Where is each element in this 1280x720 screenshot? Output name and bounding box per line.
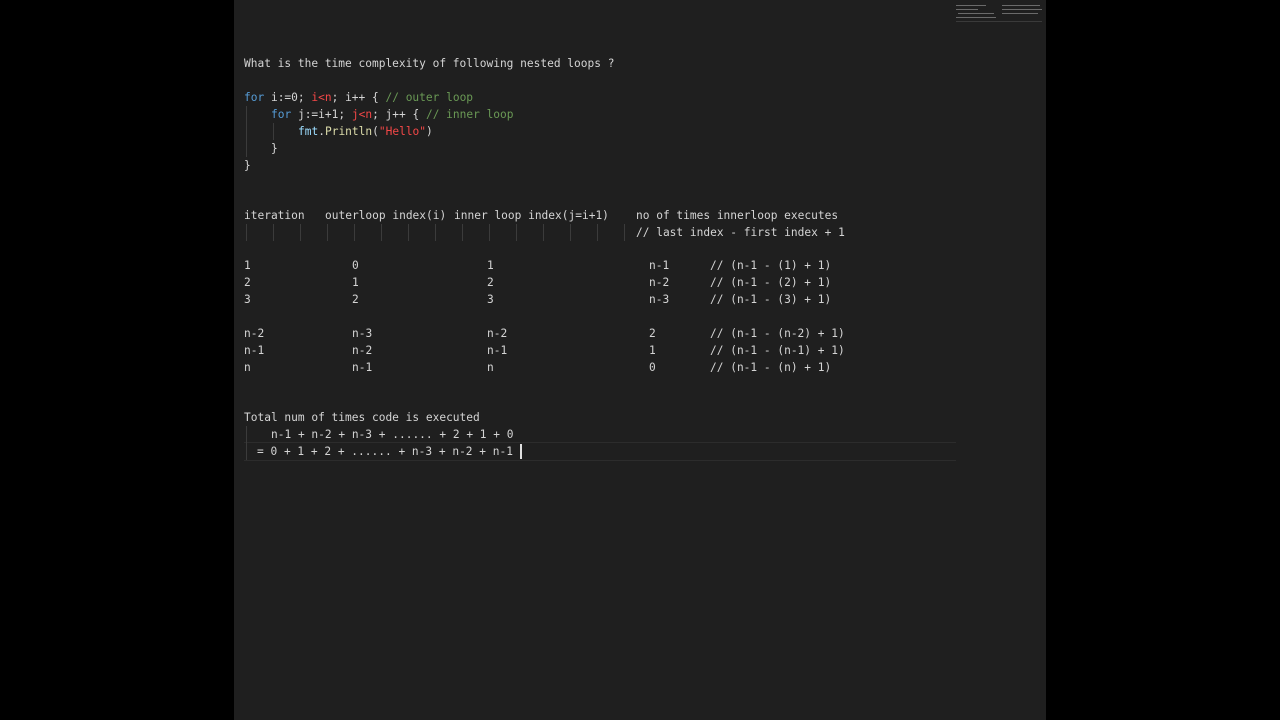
table-row: n n-1 n 0 // (n-1 - (n) + 1) [244, 361, 832, 374]
total-sum-line: n-1 + n-2 + n-3 + ...... + 2 + 1 + 0 [271, 428, 514, 441]
tab-guide [489, 224, 490, 241]
total-label: Total num of times code is executed [244, 411, 480, 424]
indent-guide [246, 106, 247, 157]
tab-guide [516, 224, 517, 241]
for-keyword: for [244, 91, 265, 104]
indent-guide [273, 123, 274, 140]
header-innerloop: inner loop index(j=i+1) [454, 209, 609, 222]
header-outerloop: outerloop index(i) [325, 209, 447, 222]
tab-guide [273, 224, 274, 241]
total-reversed-line: = 0 + 1 + 2 + ...... + n-3 + n-2 + n-1 [257, 445, 513, 458]
table-row: 2 1 2 n-2 // (n-1 - (2) + 1) [244, 276, 832, 289]
table-row: 3 2 3 n-3 // (n-1 - (3) + 1) [244, 293, 832, 306]
text-cursor [520, 444, 522, 459]
tab-guide [408, 224, 409, 241]
for-keyword: for [271, 108, 292, 121]
tab-guide [246, 224, 247, 241]
table-row: 1 0 1 n-1 // (n-1 - (1) + 1) [244, 259, 832, 272]
inner-loop-close: } [271, 142, 278, 155]
tab-guide [543, 224, 544, 241]
tab-guide [327, 224, 328, 241]
inner-loop-line: for j:=i+1; j<n; j++ { // inner loop [271, 108, 514, 121]
tab-guide [462, 224, 463, 241]
code-editor[interactable]: What is the time complexity of following… [234, 0, 1046, 720]
outer-loop-line: for i:=0; i<n; i++ { // outer loop [244, 91, 474, 104]
question-line: What is the time complexity of following… [244, 57, 615, 70]
table-row: n-2 n-3 n-2 2 // (n-1 - (n-2) + 1) [244, 327, 845, 340]
tab-guide [354, 224, 355, 241]
tab-guide [570, 224, 571, 241]
table-row: n-1 n-2 n-1 1 // (n-1 - (n-1) + 1) [244, 344, 845, 357]
tab-guide [381, 224, 382, 241]
header-iteration: iteration [244, 209, 305, 222]
minimap[interactable] [956, 2, 1044, 24]
indent-guide [246, 426, 247, 460]
tab-guide [300, 224, 301, 241]
outer-loop-close: } [244, 159, 251, 172]
header-executes: no of times innerloop executes [636, 209, 839, 222]
table-subheader: // last index - first index + 1 [636, 226, 845, 239]
tab-guide [597, 224, 598, 241]
tab-guide [624, 224, 625, 241]
outer-loop-comment: // outer loop [385, 91, 474, 104]
table-header: iteration outerloop index(i) inner loop … [244, 207, 1034, 224]
tab-guide [435, 224, 436, 241]
inner-loop-comment: // inner loop [425, 108, 514, 121]
println-line: fmt.Println("Hello") [298, 125, 433, 138]
